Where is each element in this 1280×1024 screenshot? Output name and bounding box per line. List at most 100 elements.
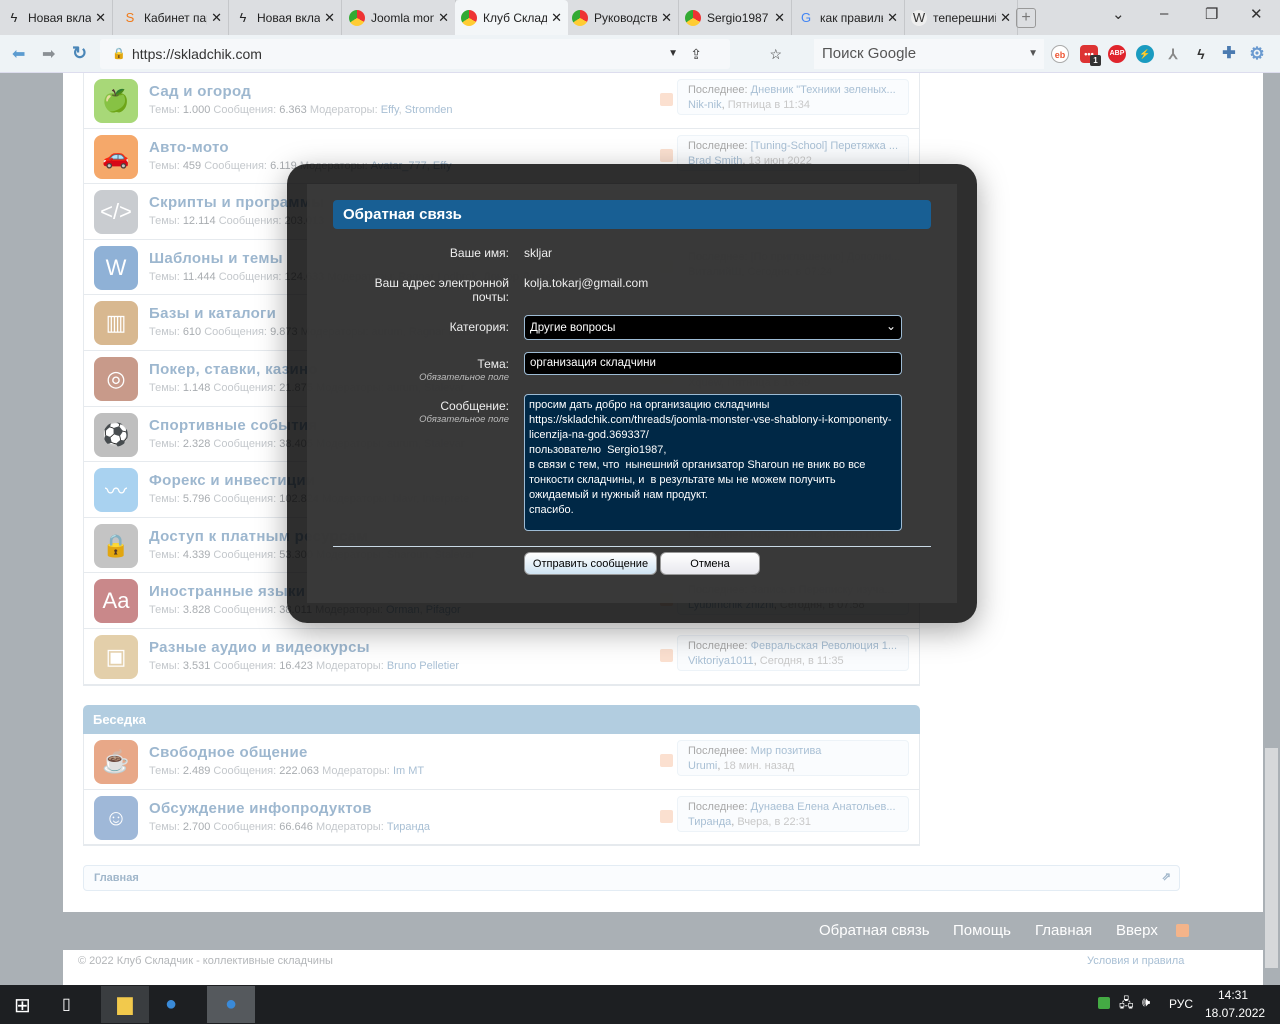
tab[interactable]: ● Клуб Складчик✕ [455,0,568,35]
rss-icon[interactable] [1176,924,1189,937]
bookmark-star-icon[interactable]: ☆ [769,39,782,69]
new-tab-button[interactable]: + [1016,8,1036,28]
acrobat-icon[interactable]: ⅄ [1164,45,1182,63]
wikipedia-icon: W [911,9,927,26]
maximize-button[interactable]: ❐ [1205,5,1218,23]
browser-active-icon[interactable]: ● [207,986,255,1023]
language-indicator[interactable]: РУС [1169,997,1193,1011]
network-icon[interactable]: 🖧 [1119,994,1134,1016]
soccer-ball-icon: ⚽ [94,412,138,457]
last-post-title[interactable]: Дунаева Елена Анатольев... [751,801,896,813]
close-tab-icon[interactable]: ✕ [438,10,449,26]
terms-link[interactable]: Условия и правила [1087,955,1184,967]
cancel-button[interactable]: Отмена [660,552,760,575]
vpn-icon[interactable]: ⚡ [1136,45,1154,63]
close-tab-icon[interactable]: ✕ [95,10,106,26]
file-explorer-icon[interactable]: ▆ [101,986,149,1023]
forum-title[interactable]: Свободное общение [149,744,308,761]
forum-title[interactable]: Сад и огород [149,83,251,100]
close-tab-icon[interactable]: ✕ [324,10,335,26]
last-label: Последнее: [688,84,748,96]
footer-link-home[interactable]: Главная [1035,922,1092,939]
rss-icon[interactable] [660,93,673,106]
taskbar: ⊞ ▯ ▆ ● ● 🖧 🕪 РУС 14:31 18.07.2022 [0,985,1280,1024]
forum-title[interactable]: Авто-мото [149,139,229,156]
moderator-link[interactable]: Im MT [393,765,424,777]
subject-input[interactable]: организация складчини [524,352,902,375]
lightning-icon: ϟ [239,9,247,25]
ebay-icon[interactable]: eb [1051,45,1069,63]
lightning-icon[interactable]: ϟ [1192,45,1210,63]
volume-icon[interactable]: 🕪 [1142,994,1150,1010]
moderator-link[interactable]: Bruno Pelletier [387,660,459,672]
tab[interactable]: Gкак правильно ✕ [792,0,905,35]
nvidia-icon[interactable] [1098,997,1110,1009]
close-window-button[interactable]: ✕ [1250,5,1263,23]
forum-title[interactable]: Базы и каталоги [149,305,276,322]
moderator-link[interactable]: Effy [381,104,399,116]
moderator-link[interactable]: Stromden [405,104,453,116]
settings-icon[interactable]: ⚙ [1248,45,1266,63]
tab-label: Новая вкладка [257,10,321,25]
tab[interactable]: ● Joomla monster✕ [343,0,456,35]
browser-icon[interactable]: ● [165,993,177,1016]
last-post-title[interactable]: Дневник "Техники зеленых... [751,84,896,96]
address-bar[interactable]: 🔒 https://skladchik.com ▼ ⇪ ☆ [100,39,782,69]
footer-link-feedback[interactable]: Обратная связь [819,922,930,939]
windows-start-icon[interactable]: ⊞ [14,993,31,1018]
rss-icon[interactable] [660,648,673,662]
close-tab-icon[interactable]: ✕ [887,10,898,26]
breadcrumb-home[interactable]: Главная [94,872,139,884]
rss-icon[interactable] [660,754,673,767]
tab[interactable]: ● Руководство✕ [566,0,679,35]
rss-icon[interactable] [660,809,673,823]
todo-icon[interactable]: ••• 1 [1080,45,1101,66]
forum-title[interactable]: Иностранные языки [149,583,305,600]
forum-title[interactable]: Шаблоны и темы [149,250,283,267]
category-select[interactable]: Другие вопросы ⌄ [524,315,902,340]
tab-list-chevron-icon[interactable]: ⌄ [1112,5,1125,23]
tab[interactable]: S Кабинет партнера ✕ [116,0,229,35]
close-tab-icon[interactable]: ✕ [661,10,672,26]
clock-date[interactable]: 18.07.2022 [1205,1006,1265,1020]
send-button[interactable]: Отправить сообщение [524,552,657,575]
share-icon[interactable]: ⇪ [690,39,702,69]
search-box[interactable]: Поиск Google ▼ [814,39,1044,69]
dropdown-icon[interactable]: ▼ [668,39,678,69]
close-tab-icon[interactable]: ✕ [1000,10,1011,26]
category-header[interactable]: Беседка [83,705,920,734]
tab[interactable]: ϟ Новая вкладка✕ [0,0,113,35]
tab[interactable]: ϟ Новая вкладка✕ [229,0,342,35]
last-post-user[interactable]: Тиранда [688,816,731,828]
minimize-button[interactable]: – [1160,5,1168,22]
scrollbar-thumb[interactable] [1265,748,1278,968]
forum-title[interactable]: Разные аудио и видеокурсы [149,639,370,656]
car-icon: 🚗 [94,134,138,179]
message-textarea[interactable]: просим дать добро на организацию складчи… [524,394,902,531]
last-post-title[interactable]: Февральская Революция 1... [751,640,897,652]
moderator-link[interactable]: Тиранда [387,821,430,833]
adblock-icon[interactable]: ABP [1108,45,1126,63]
footer-link-top[interactable]: Вверх [1116,922,1158,939]
puzzle-icon[interactable]: ✚ [1220,45,1238,63]
tab[interactable]: Wтеперешний ✕ [905,0,1018,35]
close-tab-icon[interactable]: ✕ [551,10,562,26]
close-tab-icon[interactable]: ✕ [211,10,222,26]
task-view-icon[interactable]: ▯ [62,994,71,1014]
back-icon[interactable]: ⬅ [12,44,25,64]
badge: 1 [1090,55,1101,66]
forum-title[interactable]: Обсуждение инфопродуктов [149,800,372,817]
last-post-user[interactable]: Urumi [688,760,717,772]
close-tab-icon[interactable]: ✕ [774,10,785,26]
last-post-title[interactable]: Мир позитива [751,745,822,757]
external-link-icon[interactable]: ⇗ [1162,870,1171,883]
reload-icon[interactable]: ↻ [72,43,87,64]
forward-icon[interactable]: ➡ [42,44,55,64]
last-post-user[interactable]: Viktoriya1011 [688,655,754,667]
footer-link-help[interactable]: Помощь [953,922,1011,939]
last-post-user[interactable]: Nik-nik [688,99,722,111]
clock-time[interactable]: 14:31 [1218,988,1248,1002]
tab[interactable]: ● Sergio1987 ✕ [679,0,792,35]
last-post-title[interactable]: [Tuning-School] Перетяжка ... [751,140,898,152]
rss-icon[interactable] [660,148,673,162]
